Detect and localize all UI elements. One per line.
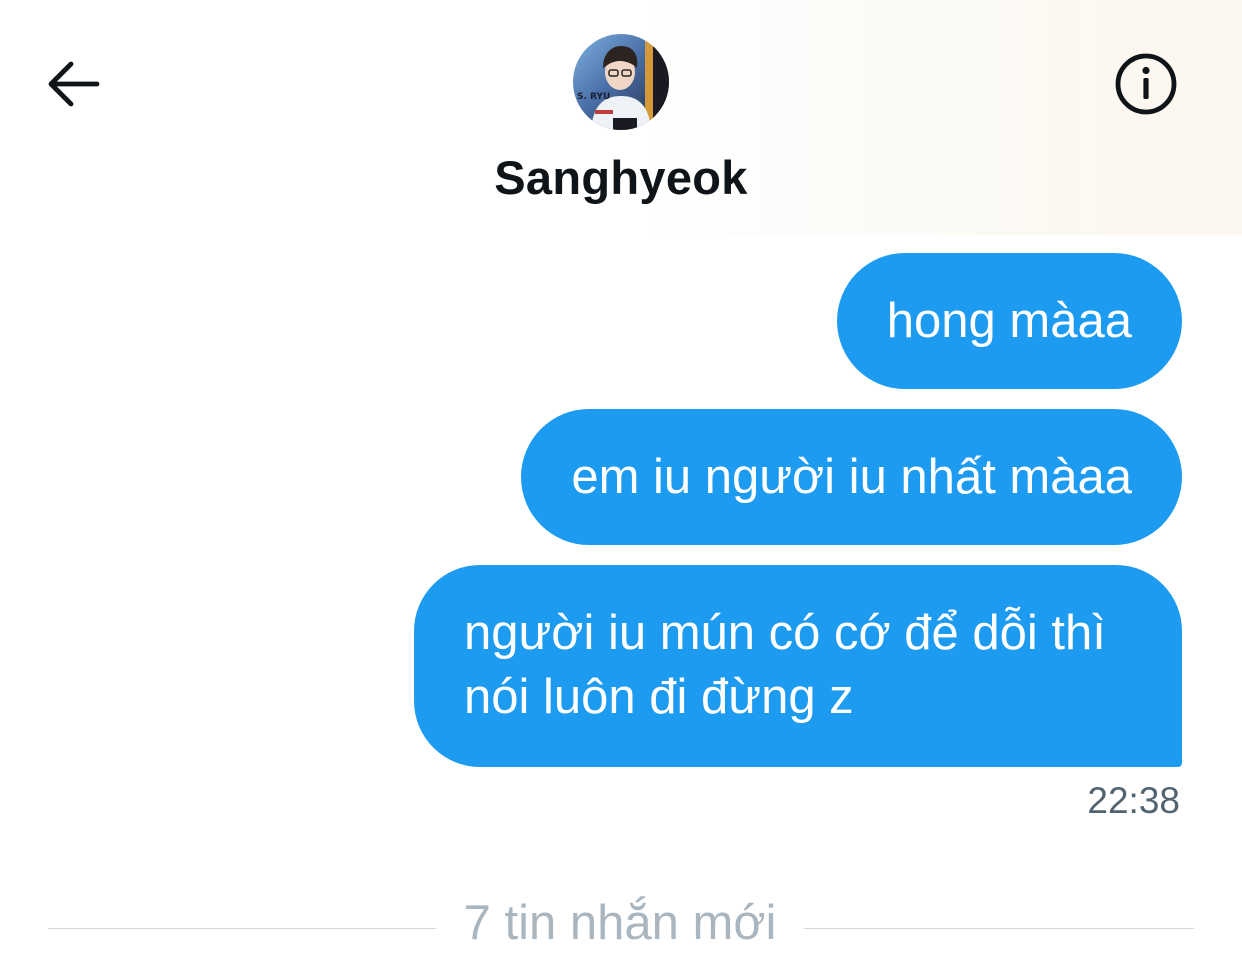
message-text: em iu người iu nhất màaa <box>571 450 1132 504</box>
message-text: người iu mún có cớ để dỗi thì nói luôn đ… <box>464 606 1106 724</box>
message-text: hong màaa <box>886 294 1132 348</box>
conversation-header: S. RYU Sanghyeok <box>0 0 1242 235</box>
divider-line-left <box>48 928 436 929</box>
new-messages-label: 7 tin nhắn mới <box>463 896 777 950</box>
message-bubble[interactable]: em iu người iu nhất màaa <box>521 409 1182 545</box>
message-bubble[interactable]: hong màaa <box>836 253 1182 389</box>
arrow-left-icon <box>48 61 100 107</box>
message-timestamp: 22:38 <box>1087 780 1180 821</box>
divider-line-right <box>804 928 1194 929</box>
back-button[interactable] <box>40 50 106 116</box>
conversation-info-button[interactable] <box>1108 46 1184 122</box>
info-circle-icon <box>1115 53 1177 115</box>
new-messages-divider: 7 tin nhắn mới <box>48 893 1194 957</box>
avatar-photo <box>573 34 669 130</box>
avatar-caption: S. RYU <box>577 92 611 102</box>
contact-name: Sanghyeok <box>494 151 748 204</box>
avatar[interactable]: S. RYU <box>573 34 669 130</box>
message-bubble[interactable]: người iu mún có cớ để dỗi thì nói luôn đ… <box>414 565 1182 767</box>
